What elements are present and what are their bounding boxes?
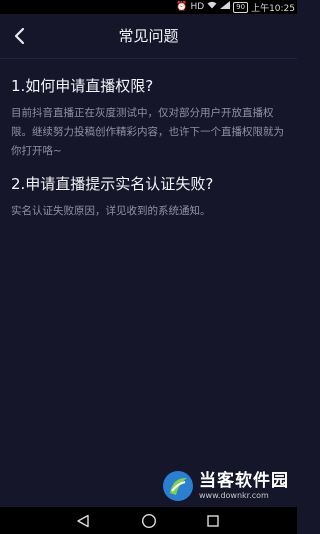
circle-home-icon: [141, 513, 157, 529]
chevron-left-icon: [14, 27, 25, 45]
watermark-title: 当客软件园: [199, 471, 289, 491]
status-icons: ⏰ HD 90 上午10:25: [176, 0, 295, 14]
wifi-icon: [207, 0, 217, 14]
faq-question: 1.如何申请直播权限?: [11, 77, 154, 95]
nav-recents-button[interactable]: [203, 511, 223, 531]
alarm-icon: ⏰: [176, 2, 188, 12]
faq-answer: 实名认证失败原因，详见收到的系统通知。: [11, 205, 211, 217]
watermark-logo-icon: [163, 471, 193, 501]
nav-back-button[interactable]: [73, 511, 93, 531]
faq-item: 2.申请直播提示实名认证失败? 实名认证失败原因，详见收到的系统通知。: [11, 174, 289, 221]
triangle-back-icon: [77, 514, 89, 528]
page-title: 常见问题: [118, 27, 179, 45]
faq-answer: 目前抖音直播正在灰度测试中，仅对部分用户开放直播权限。继续努力投稿创作精彩内容，…: [11, 107, 284, 157]
signal-icon: [220, 0, 231, 14]
battery-indicator: 90: [233, 1, 249, 13]
status-time: 上午10:25: [251, 3, 295, 14]
back-button[interactable]: [8, 24, 32, 48]
hd-label: HD: [190, 2, 205, 12]
status-bar: ⏰ HD 90 上午10:25: [0, 0, 297, 14]
square-recents-icon: [207, 515, 219, 527]
watermark-url: www.downkr.com: [199, 491, 269, 500]
faq-item: 1.如何申请直播权限? 目前抖音直播正在灰度测试中，仅对部分用户开放直播权限。继…: [11, 76, 289, 161]
watermark-logo: 当客软件园 www.downkr.com: [161, 462, 291, 510]
app-header: 常见问题: [0, 14, 297, 59]
faq-question: 2.申请直播提示实名认证失败?: [11, 175, 214, 193]
nav-home-button[interactable]: [139, 511, 159, 531]
system-nav-bar: [0, 507, 297, 534]
